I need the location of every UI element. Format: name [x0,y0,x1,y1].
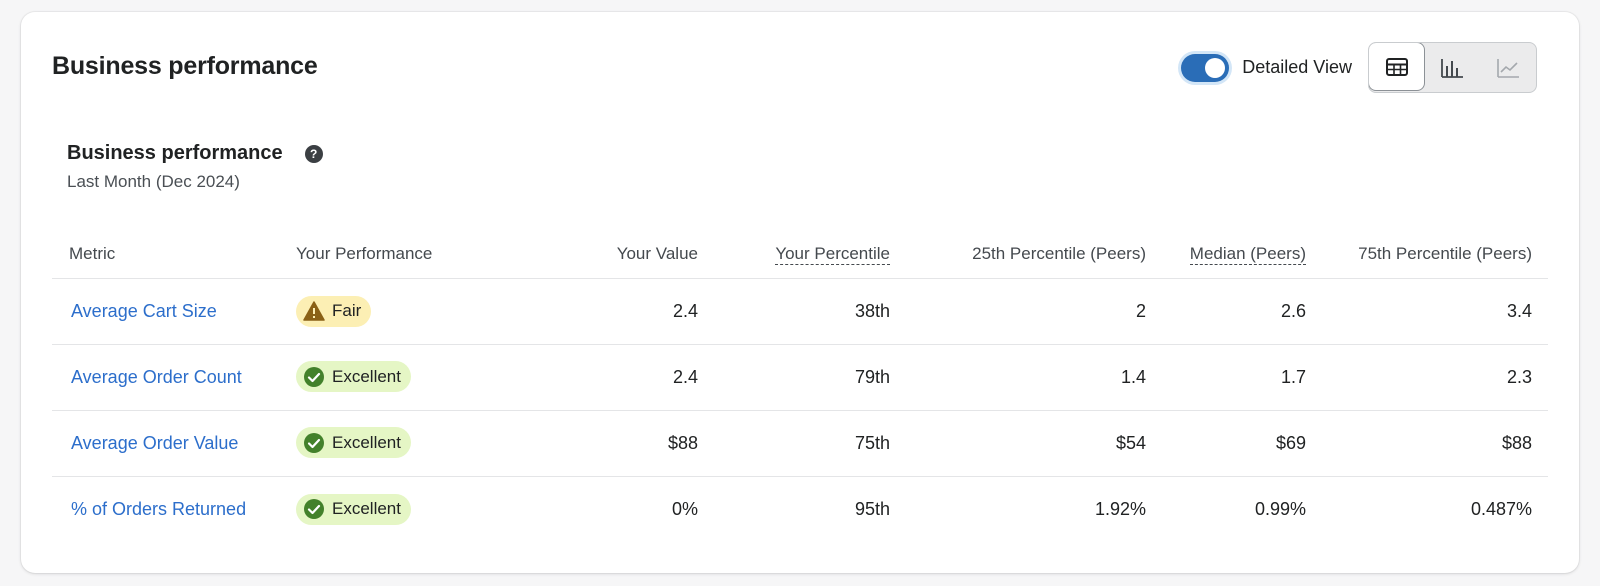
help-icon[interactable]: ? [304,144,323,163]
bar-chart-view-button[interactable] [1424,43,1480,92]
table-row: Average Cart Size Fair 2.4 38th 2 2.6 3.… [52,278,1548,345]
performance-cell: Excellent [296,344,548,411]
column-header-metric: Metric [52,230,296,279]
column-header-value: Your Value [548,230,698,279]
view-mode-segmented-control [1368,42,1537,93]
p75-cell: 2.3 [1306,344,1548,411]
table-icon [1385,57,1408,76]
column-header-p25: 25th Percentile (Peers) [890,230,1146,279]
bar-chart-icon [1441,58,1463,78]
section-title-text: Business performance [67,142,283,164]
section-period: Last Month (Dec 2024) [67,172,240,191]
line-chart-icon [1497,58,1519,78]
median-cell: 0.99% [1254,498,1306,519]
status-label: Fair [332,301,362,320]
p25-cell: 1.4 [890,344,1146,411]
status-badge: Excellent [296,427,411,459]
value-cell: $88 [548,410,698,477]
performance-cell: Excellent [296,476,548,542]
column-header-median[interactable]: Median (Peers) [1146,230,1306,279]
p75-cell: $88 [1306,410,1548,477]
median-cell: 1.7 [1146,344,1306,411]
metric-link[interactable]: % of Orders Returned [71,499,246,519]
p75-cell: 0.487% [1470,498,1532,519]
table-row: Average Order Value Excellent $88 75th $… [52,410,1548,477]
detailed-view-toggle[interactable] [1178,50,1233,85]
p25-cell: 2 [890,278,1146,345]
metric-cell: % of Orders Returned [52,476,296,542]
status-label: Excellent [332,499,401,518]
metric-link[interactable]: Average Order Count [71,367,242,387]
section-title: Business performance ? [67,142,323,165]
toggle-knob [1205,57,1226,78]
value-cell: 0% [671,498,698,519]
percentile-cell: 75th [698,410,890,477]
value-cell: 2.4 [548,278,698,345]
table-view-button[interactable] [1369,43,1425,91]
median-cell: 2.6 [1146,278,1306,345]
metric-cell: Average Cart Size [52,278,296,345]
performance-cell: Excellent [296,410,548,477]
status-badge: Excellent [296,493,411,525]
performance-cell: Fair [296,278,548,345]
p25-cell: 1.92% [1094,498,1146,519]
view-controls: Detailed View [1178,42,1537,93]
metric-cell: Average Order Value [52,410,296,477]
p25-cell: $54 [890,410,1146,477]
table-row: % of Orders Returned Excellent 0% 95th 1… [52,476,1548,542]
toggle-track [1181,53,1230,82]
status-badge: Excellent [296,361,411,393]
column-header-performance: Your Performance [296,230,548,279]
business-performance-card: Business performance Detailed View Busin… [21,12,1579,573]
percentile-cell: 38th [698,278,890,345]
p75-cell: 3.4 [1306,278,1548,345]
detailed-view-label[interactable]: Detailed View [1242,57,1352,78]
check-circle-icon [303,366,325,388]
performance-table: Metric Your Performance Your Value Your … [52,230,1548,542]
column-header-median-text: Median (Peers) [1189,243,1306,265]
status-badge: Fair [296,295,372,327]
check-circle-icon [303,432,325,454]
metric-cell: Average Order Count [52,344,296,411]
median-cell: $69 [1146,410,1306,477]
metric-link[interactable]: Average Order Value [71,433,238,453]
column-header-percentile[interactable]: Your Percentile [698,230,890,279]
column-header-p75: 75th Percentile (Peers) [1306,230,1548,279]
card-title: Business performance [52,52,318,80]
status-label: Excellent [332,366,401,386]
table-header-row: Metric Your Performance Your Value Your … [52,230,1548,279]
table-row: Average Order Count Excellent 2.4 79th 1… [52,344,1548,411]
check-circle-icon [303,498,325,520]
metric-link[interactable]: Average Cart Size [71,301,217,321]
value-cell: 2.4 [548,344,698,411]
column-header-percentile-text: Your Percentile [775,243,890,265]
status-label: Excellent [332,432,401,452]
warning-icon [303,301,325,321]
line-chart-view-button[interactable] [1480,43,1536,92]
percentile-cell: 79th [698,344,890,411]
percentile-cell: 95th [854,498,890,519]
